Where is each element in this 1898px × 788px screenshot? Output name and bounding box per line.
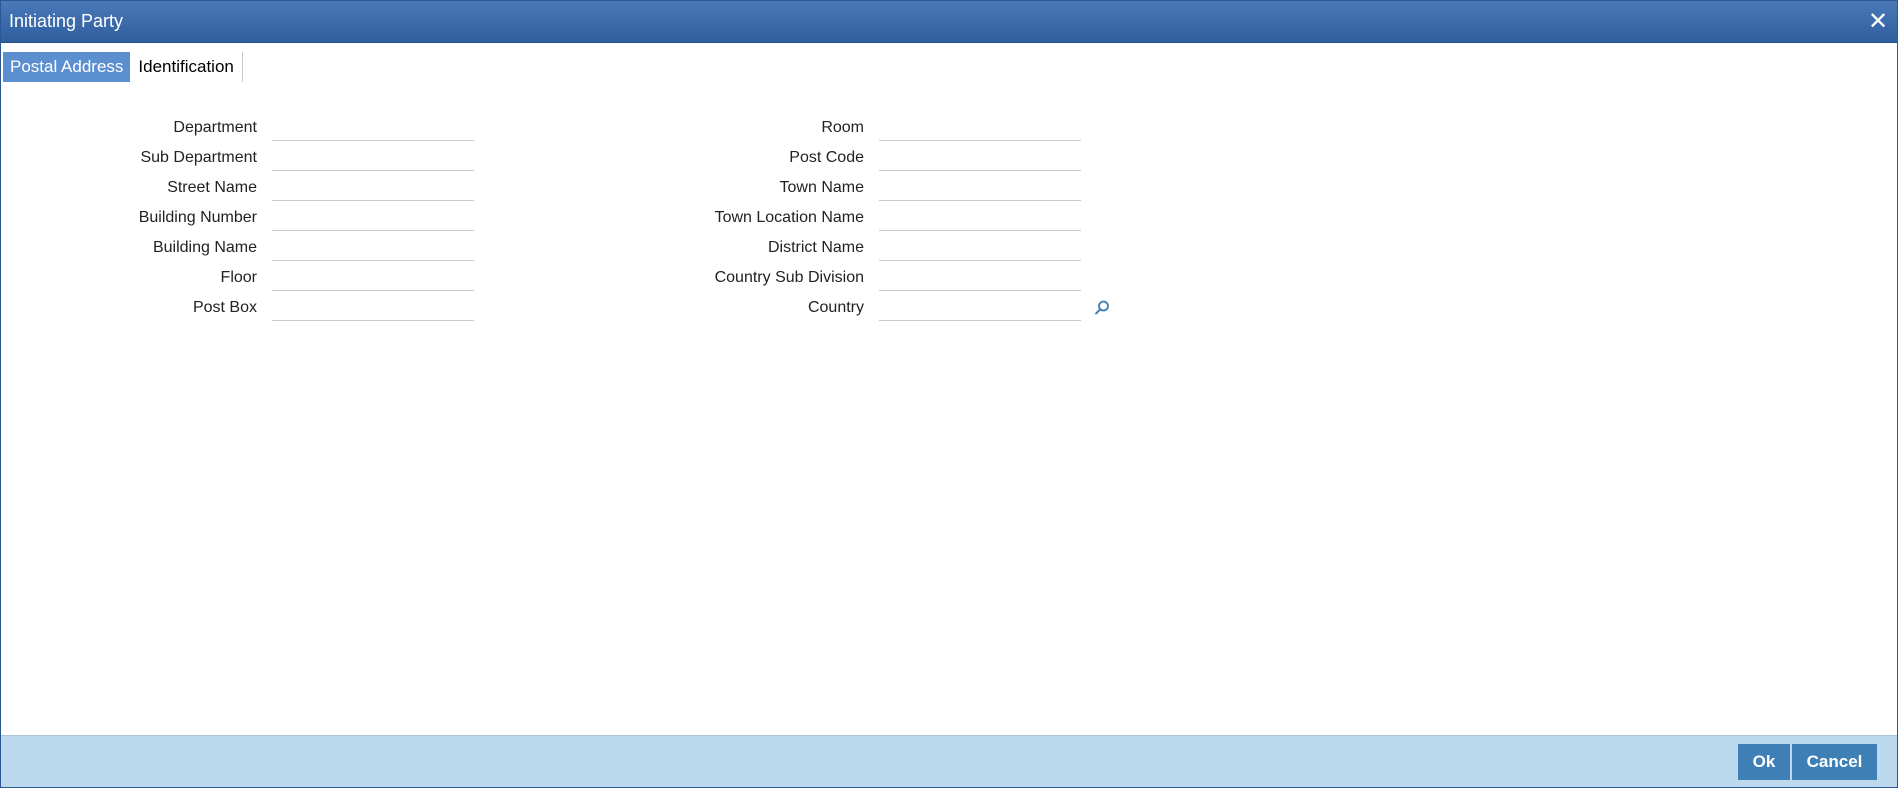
street-name-input[interactable] (272, 173, 474, 201)
town-name-label: Town Name (779, 179, 864, 196)
town-location-name-label: Town Location Name (714, 209, 864, 226)
town-location-name-input[interactable] (879, 203, 1081, 231)
room-input[interactable] (879, 113, 1081, 141)
post-box-input[interactable] (272, 293, 474, 321)
room-label: Room (821, 119, 864, 136)
floor-label: Floor (220, 269, 257, 286)
tab-identification[interactable]: Identification (130, 52, 243, 82)
dialog-title: Initiating Party (9, 11, 124, 31)
building-name-input[interactable] (272, 233, 474, 261)
dialog-window: Initiating Party ✕ Postal Address Identi… (0, 0, 1898, 788)
district-name-label: District Name (767, 239, 864, 256)
sub-department-input[interactable] (272, 143, 474, 171)
dialog-footer: Ok Cancel (1, 735, 1897, 787)
cancel-button[interactable]: Cancel (1792, 744, 1877, 780)
building-name-label: Building Name (152, 239, 257, 256)
department-input[interactable] (272, 113, 474, 141)
department-label: Department (173, 119, 257, 136)
street-name-label: Street Name (167, 179, 257, 196)
floor-input[interactable] (272, 263, 474, 291)
tab-postal-address[interactable]: Postal Address (3, 52, 131, 82)
tab-bar: Postal Address Identification (3, 52, 243, 82)
town-name-input[interactable] (879, 173, 1081, 201)
building-number-input[interactable] (272, 203, 474, 231)
country-label: Country (807, 299, 864, 316)
building-number-label: Building Number (138, 209, 257, 226)
close-icon[interactable]: ✕ (1863, 7, 1893, 37)
district-name-input[interactable] (879, 233, 1081, 261)
country-sub-division-label: Country Sub Division (714, 269, 864, 286)
post-code-label: Post Code (789, 149, 864, 166)
title-bar: Initiating Party ✕ (1, 1, 1897, 43)
country-input[interactable] (879, 293, 1081, 321)
country-sub-division-input[interactable] (879, 263, 1081, 291)
search-icon[interactable] (1093, 299, 1111, 317)
post-code-input[interactable] (879, 143, 1081, 171)
post-box-label: Post Box (192, 299, 257, 316)
ok-button[interactable]: Ok (1738, 744, 1790, 780)
sub-department-label: Sub Department (140, 149, 257, 166)
